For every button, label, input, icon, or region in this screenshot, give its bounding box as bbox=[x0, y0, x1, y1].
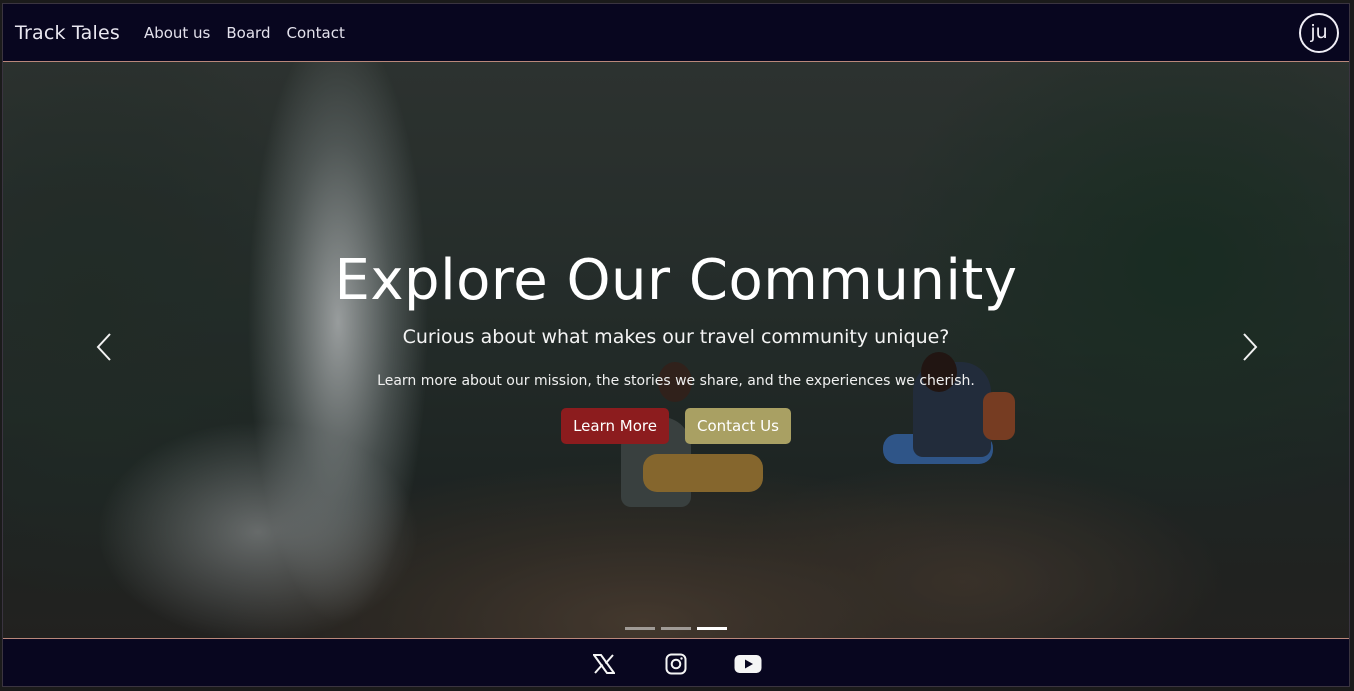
instagram-social-link[interactable] bbox=[662, 650, 690, 678]
instagram-icon bbox=[665, 653, 687, 674]
learn-more-button[interactable]: Learn More bbox=[561, 408, 669, 444]
hero-description: Learn more about our mission, the storie… bbox=[377, 373, 975, 389]
browser-viewport: Track Tales About us Board Contact ju Ex… bbox=[2, 3, 1350, 687]
x-social-link[interactable] bbox=[590, 650, 618, 678]
chevron-right-icon bbox=[1243, 333, 1258, 361]
brand-logo[interactable]: Track Tales bbox=[15, 22, 120, 44]
nav-link-contact[interactable]: Contact bbox=[286, 24, 344, 42]
hero-buttons: Learn More Contact Us bbox=[3, 408, 1349, 444]
navbar: Track Tales About us Board Contact ju bbox=[3, 4, 1349, 62]
hero-title: Explore Our Community bbox=[334, 248, 1018, 313]
nav-link-board[interactable]: Board bbox=[226, 24, 270, 42]
carousel-indicator-1[interactable] bbox=[625, 627, 655, 630]
hero-caption: Explore Our Community Curious about what… bbox=[3, 62, 1349, 638]
youtube-icon bbox=[734, 654, 762, 673]
chevron-left-icon bbox=[96, 333, 111, 361]
x-icon bbox=[593, 653, 615, 674]
carousel-indicator-2[interactable] bbox=[661, 627, 691, 630]
youtube-social-link[interactable] bbox=[734, 650, 762, 678]
footer bbox=[3, 638, 1349, 686]
carousel-indicators bbox=[3, 627, 1349, 630]
carousel-prev-button[interactable] bbox=[89, 332, 119, 362]
hero-carousel: Explore Our Community Curious about what… bbox=[3, 62, 1349, 638]
carousel-indicator-3[interactable] bbox=[697, 627, 727, 630]
nav-link-about[interactable]: About us bbox=[144, 24, 210, 42]
carousel-next-button[interactable] bbox=[1235, 332, 1265, 362]
contact-us-button[interactable]: Contact Us bbox=[684, 408, 791, 444]
hero-subtitle: Curious about what makes our travel comm… bbox=[402, 326, 950, 348]
user-avatar[interactable]: ju bbox=[1299, 13, 1339, 53]
